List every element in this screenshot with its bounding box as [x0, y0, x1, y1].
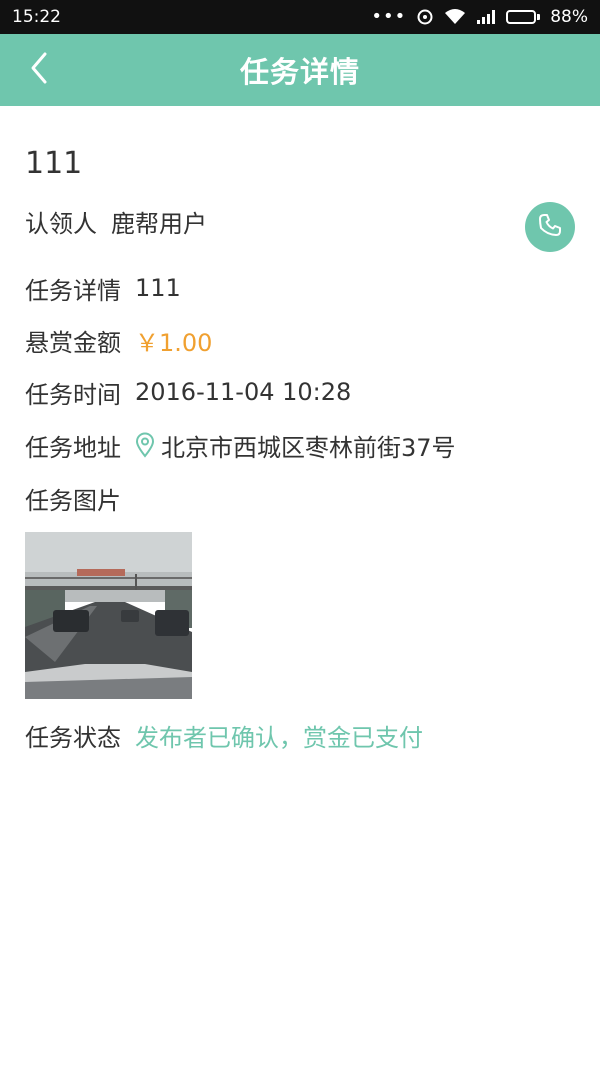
phone-icon	[536, 211, 564, 243]
time-row: 任务时间 2016-11-04 10:28	[25, 372, 351, 412]
app-header: 任务详情	[0, 34, 600, 106]
detail-label: 任务详情	[25, 276, 121, 305]
status-bar: 15:22 ••• 88%	[0, 0, 600, 34]
chevron-left-icon	[29, 51, 49, 89]
address-row: 任务地址 北京市西城区枣林前街37号	[25, 425, 456, 465]
page-title: 任务详情	[239, 55, 360, 89]
status-row: 任务状态 发布者已确认，赏金已支付	[25, 715, 423, 755]
claimant-label: 认领人	[25, 209, 97, 238]
battery-icon	[506, 10, 541, 24]
alarm-icon	[416, 8, 434, 26]
detail-row: 任务详情 111	[25, 268, 181, 308]
image-row: 任务图片	[25, 478, 135, 518]
claimant-row: 认领人 鹿帮用户	[25, 201, 207, 241]
time-label: 任务时间	[25, 380, 121, 409]
location-pin-icon	[135, 432, 155, 458]
task-photo[interactable]	[25, 532, 192, 699]
status-label: 任务状态	[25, 723, 121, 752]
address-label: 任务地址	[25, 433, 121, 462]
signal-icon	[476, 9, 496, 25]
detail-value: 111	[135, 274, 181, 302]
status-icons: ••• 88%	[371, 7, 588, 27]
reward-label: 悬赏金额	[25, 328, 121, 357]
wifi-icon	[444, 8, 466, 26]
battery-percent: 88%	[550, 7, 588, 27]
back-button[interactable]	[14, 44, 64, 96]
reward-row: 悬赏金额 ￥1.00	[25, 320, 212, 360]
task-title: 111	[25, 146, 83, 181]
reward-value: ￥1.00	[135, 328, 213, 357]
notification-dots: •••	[371, 6, 407, 27]
status-value: 发布者已确认，赏金已支付	[135, 723, 423, 752]
call-button[interactable]	[525, 202, 575, 252]
address-value[interactable]: 北京市西城区枣林前街37号	[161, 428, 456, 463]
time-value: 2016-11-04 10:28	[135, 378, 352, 406]
status-time: 15:22	[12, 7, 61, 27]
image-label: 任务图片	[25, 486, 121, 515]
claimant-value: 鹿帮用户	[111, 209, 207, 238]
